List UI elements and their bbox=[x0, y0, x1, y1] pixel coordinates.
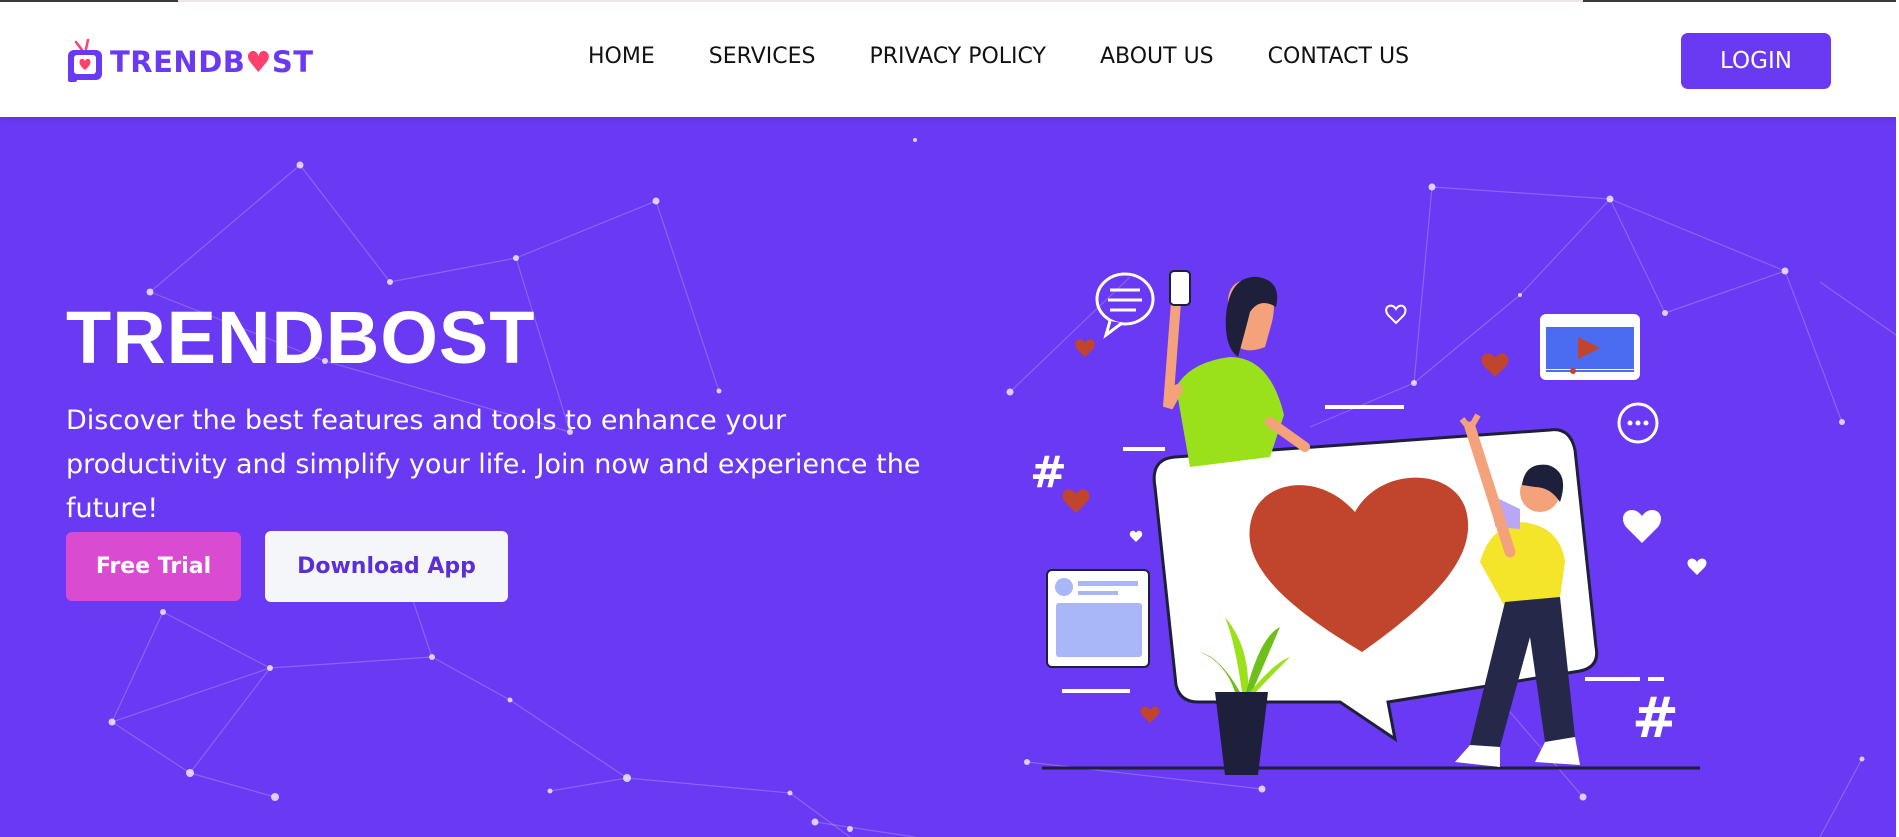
nav-services[interactable]: SERVICES bbox=[709, 44, 816, 69]
hero-section: TRENDBOST Discover the best features and… bbox=[0, 117, 1899, 837]
hero-description: Discover the best features and tools to … bbox=[66, 405, 921, 524]
main-nav: HOME SERVICES PRIVACY POLICY ABOUT US CO… bbox=[588, 44, 1409, 69]
hero-title: TRENDBOST bbox=[66, 296, 536, 379]
nav-privacy-policy[interactable]: PRIVACY POLICY bbox=[869, 44, 1046, 69]
social-media-marketing-illustration: # # bbox=[1030, 270, 1707, 775]
chat-bubble-icon bbox=[1095, 272, 1155, 339]
tv-heart-icon bbox=[66, 38, 104, 86]
login-button[interactable]: LOGIN bbox=[1681, 33, 1831, 89]
brand-name-part2: ST bbox=[271, 45, 314, 79]
download-app-button[interactable]: Download App bbox=[265, 531, 508, 602]
navbar: TRENDB♥ST HOME SERVICES PRIVACY POLICY A… bbox=[0, 2, 1899, 117]
chat-dots-icon bbox=[1617, 402, 1659, 444]
brand-name-part1: TRENDB bbox=[110, 45, 246, 79]
brand-logo[interactable]: TRENDB♥ST bbox=[66, 36, 314, 88]
free-trial-button[interactable]: Free Trial bbox=[66, 532, 241, 601]
video-card-icon bbox=[1540, 314, 1640, 380]
svg-text:#: # bbox=[1632, 686, 1679, 751]
nav-about-us[interactable]: ABOUT US bbox=[1100, 44, 1214, 69]
profile-card-icon bbox=[1046, 569, 1150, 668]
nav-home[interactable]: HOME bbox=[588, 44, 655, 69]
svg-text:#: # bbox=[1030, 447, 1067, 498]
nav-contact-us[interactable]: CONTACT US bbox=[1268, 44, 1409, 69]
brand-name: TRENDB♥ST bbox=[110, 45, 314, 79]
brand-heart-glyph: ♥ bbox=[245, 45, 272, 79]
